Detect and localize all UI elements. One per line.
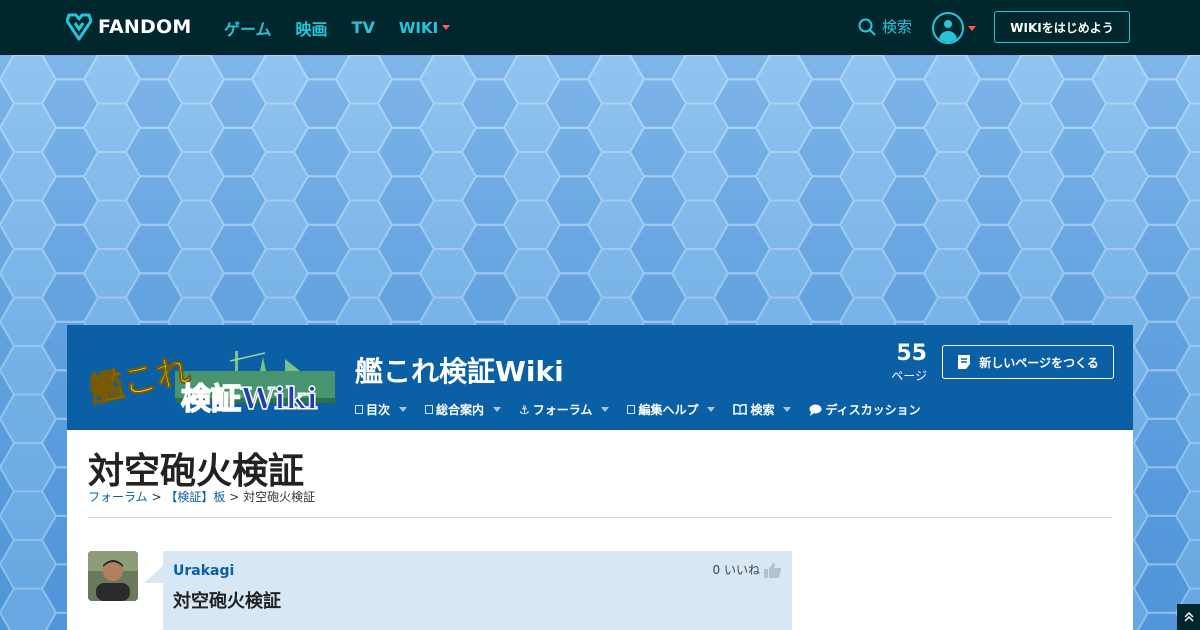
page-count-label: ページ bbox=[891, 369, 927, 383]
top-nav: ゲーム 映画 TV WIKI bbox=[224, 0, 451, 55]
wiki-nav-label: 総合案内 bbox=[436, 403, 485, 417]
wiki-nav-discussions[interactable]: ディスカッション bbox=[809, 401, 921, 418]
search-label: 検索 bbox=[882, 18, 913, 36]
search-icon bbox=[858, 18, 876, 36]
double-chevron-up-icon bbox=[1183, 611, 1194, 622]
chevron-down-icon bbox=[442, 25, 451, 30]
page-count: 55 ページ bbox=[887, 341, 927, 384]
nav-tv[interactable]: TV bbox=[352, 18, 375, 37]
book-icon bbox=[733, 404, 748, 415]
new-page-label: 新しいページをつくる bbox=[979, 355, 1099, 370]
fandom-logo[interactable]: FANDOM bbox=[66, 13, 191, 41]
user-menu[interactable] bbox=[932, 12, 976, 44]
breadcrumb-board[interactable]: 【検証】板 bbox=[165, 490, 225, 504]
nav-wiki[interactable]: WIKI bbox=[398, 18, 451, 37]
breadcrumb-separator: > bbox=[229, 490, 240, 504]
avatar[interactable] bbox=[88, 551, 138, 601]
nav-games[interactable]: ゲーム bbox=[224, 16, 272, 40]
square-icon bbox=[355, 405, 363, 414]
scroll-to-top-button[interactable] bbox=[1177, 604, 1200, 630]
chevron-down-icon bbox=[968, 25, 976, 31]
like-button[interactable]: 0 いいね bbox=[713, 561, 782, 578]
new-page-icon bbox=[958, 355, 971, 369]
breadcrumb-current: 対空砲火検証 bbox=[243, 490, 316, 504]
chevron-down-icon bbox=[493, 407, 502, 412]
svg-text:検証Wiki: 検証Wiki bbox=[181, 382, 318, 413]
user-icon bbox=[932, 12, 964, 44]
wiki-nav-guide[interactable]: 総合案内 bbox=[425, 401, 502, 418]
wiki-nav-contents[interactable]: 目次 bbox=[355, 401, 408, 418]
thumbs-up-icon bbox=[764, 562, 782, 578]
square-icon bbox=[425, 405, 434, 414]
brand-name: FANDOM bbox=[98, 16, 192, 38]
breadcrumb-forum[interactable]: フォーラム bbox=[88, 490, 148, 504]
wiki-nav-search[interactable]: 検索 bbox=[733, 401, 792, 418]
wiki-nav-label: フォーラム bbox=[532, 403, 593, 417]
page-title: 対空砲火検証 bbox=[88, 451, 305, 492]
global-navigation: FANDOM ゲーム 映画 TV WIKI 検索 WIKIをはじめよう bbox=[0, 0, 1200, 55]
post-text: 対空砲火検証 bbox=[173, 591, 281, 612]
page-content: 対空砲火検証 フォーラム > 【検証】板 > 対空砲火検証 Urakagi 0 … bbox=[67, 430, 1133, 630]
wiki-local-nav: 目次 総合案内 ⚓ フォーラム 編集ヘルプ 検索 ディスカッション bbox=[355, 401, 921, 418]
wiki-name[interactable]: 艦これ検証Wiki bbox=[355, 350, 564, 390]
wiki-nav-forum[interactable]: ⚓ フォーラム bbox=[519, 401, 610, 418]
chevron-down-icon bbox=[399, 407, 408, 412]
square-icon bbox=[627, 405, 636, 414]
wiki-logo[interactable]: 艦これ 検証Wiki bbox=[85, 343, 335, 413]
search-button[interactable]: 検索 bbox=[858, 16, 912, 37]
speech-bubble-icon bbox=[809, 404, 822, 416]
fandom-heart-icon bbox=[66, 13, 92, 41]
page-count-number: 55 bbox=[896, 341, 927, 366]
chevron-down-icon bbox=[783, 407, 792, 412]
chevron-down-icon bbox=[601, 407, 610, 412]
post-author[interactable]: Urakagi bbox=[173, 563, 234, 579]
breadcrumb: フォーラム > 【検証】板 > 対空砲火検証 bbox=[88, 488, 315, 505]
user-photo bbox=[88, 551, 138, 601]
bubble-tail bbox=[144, 565, 164, 583]
wiki-header: 艦これ 検証Wiki 艦これ検証Wiki 55 ページ 新しいページをつくる 目… bbox=[67, 325, 1133, 430]
nav-movies[interactable]: 映画 bbox=[296, 16, 328, 40]
chevron-down-icon bbox=[707, 407, 716, 412]
wiki-nav-label: ディスカッション bbox=[825, 403, 921, 417]
wiki-nav-label: 目次 bbox=[366, 403, 391, 417]
anchor-icon: ⚓ bbox=[519, 402, 530, 417]
breadcrumb-separator: > bbox=[151, 490, 162, 504]
wiki-nav-label: 検索 bbox=[750, 403, 775, 417]
like-count: 0 いいね bbox=[712, 563, 760, 577]
wiki-nav-label: 編集ヘルプ bbox=[638, 403, 699, 417]
forum-post: Urakagi 0 いいね 対空砲火検証 bbox=[163, 551, 792, 630]
wiki-nav-edit-help[interactable]: 編集ヘルプ bbox=[627, 401, 716, 418]
divider bbox=[88, 517, 1112, 518]
nav-wiki-label: WIKI bbox=[398, 18, 439, 37]
new-page-button[interactable]: 新しいページをつくる bbox=[942, 345, 1114, 379]
start-wiki-button[interactable]: WIKIをはじめよう bbox=[994, 11, 1130, 43]
